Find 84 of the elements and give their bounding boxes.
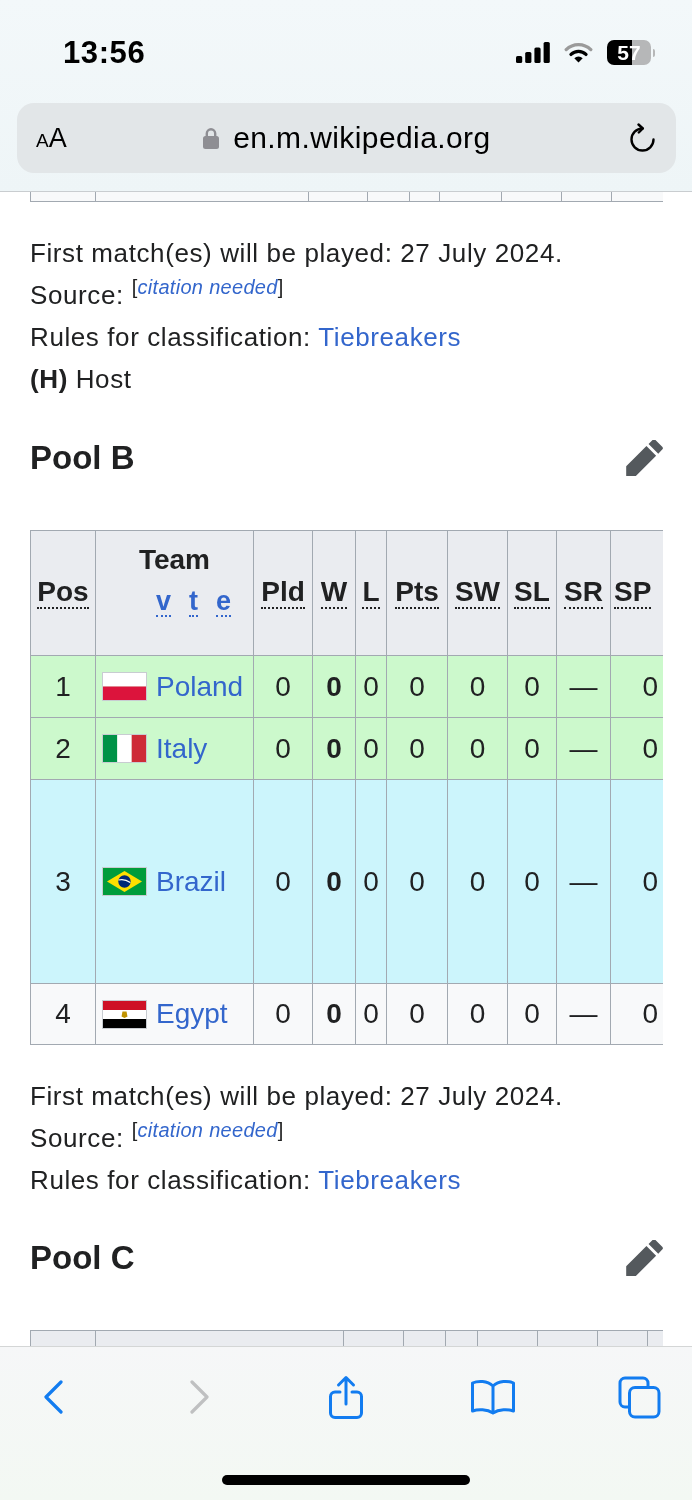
italy-flag-icon <box>102 734 147 763</box>
table-cell: 0 <box>254 718 313 779</box>
table-cell: 0 <box>508 718 557 779</box>
table-cell: — <box>557 780 611 983</box>
chevron-left-icon <box>43 1380 63 1414</box>
table-cell: 0 <box>448 984 508 1044</box>
column-header: Pos <box>31 531 96 655</box>
template-link[interactable]: t <box>189 587 198 618</box>
address-bar[interactable]: AA en.m.wikipedia.org <box>17 103 676 173</box>
table-cell: — <box>557 718 611 779</box>
table-cell: 0 <box>313 984 356 1044</box>
lock-icon <box>203 127 220 149</box>
table-cell-text: 0 <box>641 731 659 766</box>
column-title: Team <box>138 546 211 574</box>
table-cell: 2 <box>31 718 96 779</box>
column-header: W <box>313 531 356 655</box>
table-cell-text: 0 <box>641 997 659 1031</box>
text-size-button[interactable]: AA <box>36 124 67 152</box>
signal-icon <box>516 42 550 63</box>
pencil-icon[interactable] <box>626 1240 663 1276</box>
citation-needed-link[interactable]: citation needed <box>137 276 278 298</box>
template-link[interactable]: v <box>155 587 171 618</box>
table-cell: 0 <box>508 984 557 1044</box>
table-cell: 0 <box>254 984 313 1044</box>
table-cell: 0 <box>356 984 387 1044</box>
table-cell: — <box>557 984 611 1044</box>
team-link[interactable]: Brazil <box>156 865 226 898</box>
table-cell: 0 <box>387 656 448 717</box>
column-header: SW <box>448 531 508 655</box>
egypt-flag-icon <box>102 999 147 1029</box>
table-cell: 0 <box>254 780 313 983</box>
reload-icon <box>627 122 657 154</box>
status-time: 13:56 <box>63 34 146 71</box>
reload-button[interactable] <box>627 122 657 154</box>
table-cell: 0 <box>508 656 557 717</box>
template-link[interactable]: e <box>216 587 232 618</box>
column-header: SR <box>557 531 611 655</box>
table-cell: 0 <box>387 718 448 779</box>
column-header: L <box>356 531 387 655</box>
pencil-icon[interactable] <box>626 440 663 476</box>
table-cell: 0 <box>448 656 508 717</box>
column-header: Pld <box>254 531 313 655</box>
team-link[interactable]: Poland <box>156 670 244 703</box>
table-cell: 0 <box>448 780 508 983</box>
team-link[interactable]: Italy <box>156 732 208 765</box>
section-heading: Pool B <box>30 438 135 478</box>
book-icon <box>469 1379 516 1415</box>
table-cell: 0 <box>313 656 356 717</box>
tabs-icon <box>617 1375 661 1419</box>
table-cell-text: 0 <box>641 669 659 704</box>
table-cell: 0 <box>387 984 448 1044</box>
chevron-right-icon <box>189 1380 210 1414</box>
url-text: en.m.wikipedia.org <box>233 121 491 155</box>
table-cell: 0 <box>387 780 448 983</box>
schedule-note: First match(es) will be played: 27 July 2024. <box>30 1080 564 1113</box>
table-cell: 0 <box>313 718 356 779</box>
table-cell: 0 <box>356 780 387 983</box>
poland-flag-icon <box>102 672 147 701</box>
brazil-flag-icon <box>102 867 147 896</box>
table-cell: 0 <box>508 780 557 983</box>
table-cell-text: 0 <box>641 864 659 899</box>
table-cell: 1 <box>31 656 96 717</box>
citation-needed-link[interactable]: citation needed <box>137 1119 278 1141</box>
table-cell: — <box>557 656 611 717</box>
section-heading: Pool C <box>30 1238 135 1278</box>
table-cell: 0 <box>448 718 508 779</box>
tiebreakers-link[interactable]: Tiebreakers <box>318 322 462 352</box>
table-cell: 0 <box>356 718 387 779</box>
schedule-note: First match(es) will be played: 27 July 2024. <box>30 237 564 270</box>
column-header: SL <box>508 531 557 655</box>
table-cell: 0 <box>313 780 356 983</box>
table-cell: 4 <box>31 984 96 1044</box>
tiebreakers-link[interactable]: Tiebreakers <box>318 1165 462 1195</box>
rules-note: Rules for classification: Tiebreakers <box>30 321 463 354</box>
table-cell: 3 <box>31 780 96 983</box>
table-cell: 0 <box>254 656 313 717</box>
team-link[interactable]: Egypt <box>156 998 228 1030</box>
share-icon <box>328 1374 364 1420</box>
column-header: SP <box>613 575 653 611</box>
wifi-icon <box>564 42 593 63</box>
table-cell: 0 <box>356 656 387 717</box>
legend-note: (H) Host <box>30 363 133 396</box>
column-header: Pts <box>387 531 448 655</box>
rules-note: Rules for classification: Tiebreakers <box>30 1164 463 1197</box>
